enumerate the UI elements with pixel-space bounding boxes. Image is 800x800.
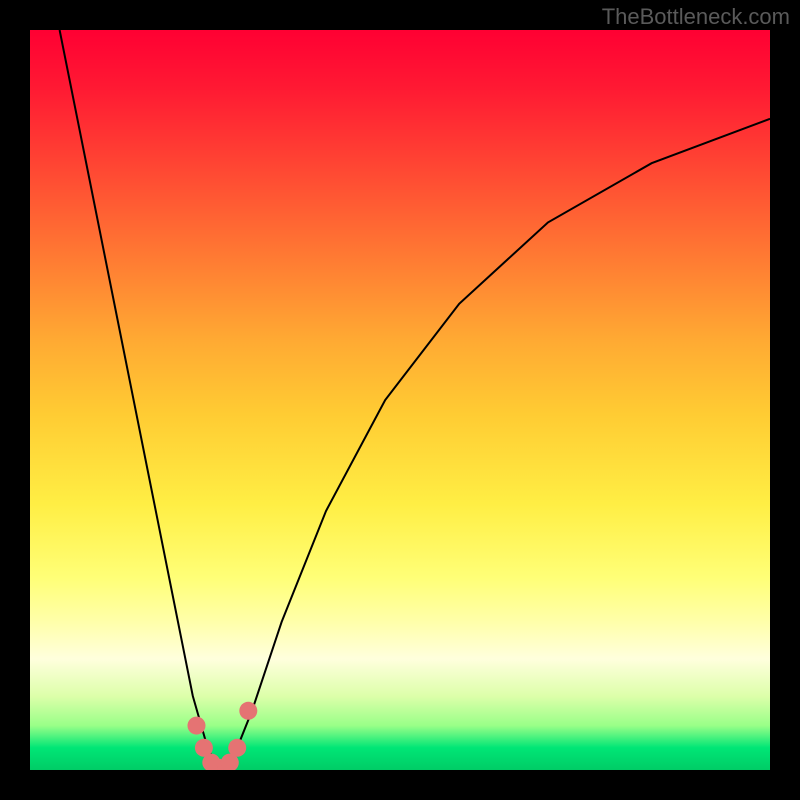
highlight-dot <box>188 717 206 735</box>
highlight-dot <box>217 759 235 770</box>
highlighted-dots-group <box>188 702 258 770</box>
watermark-text: TheBottleneck.com <box>602 4 790 30</box>
highlight-dot <box>202 754 220 770</box>
bottleneck-curve-path <box>60 30 770 770</box>
highlight-dot <box>195 739 213 757</box>
highlight-dot <box>239 702 257 720</box>
chart-frame: TheBottleneck.com <box>0 0 800 800</box>
plot-area <box>30 30 770 770</box>
highlight-dot <box>210 759 228 770</box>
highlight-dot <box>228 739 246 757</box>
bottleneck-curve-svg <box>30 30 770 770</box>
highlight-dot <box>221 754 239 770</box>
